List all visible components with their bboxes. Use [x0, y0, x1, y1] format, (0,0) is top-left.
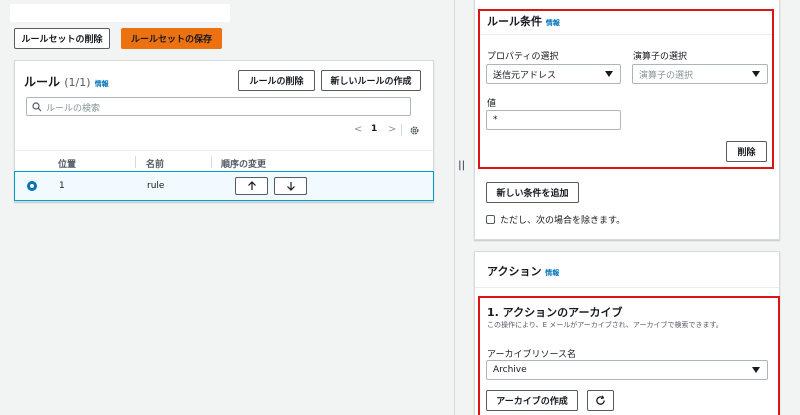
- gear-icon[interactable]: [409, 125, 420, 136]
- rules-count: (1/1): [64, 76, 91, 89]
- add-condition-button[interactable]: 新しい条件を追加: [486, 182, 579, 203]
- create-archive-button[interactable]: アーカイブの作成: [486, 390, 578, 411]
- row-name: rule: [147, 181, 165, 191]
- caret-down-icon: [752, 71, 760, 77]
- column-header-name: 名前: [146, 160, 165, 170]
- value-text: *: [493, 115, 498, 125]
- search-placeholder: ルールの検索: [46, 104, 101, 114]
- header-strip: [10, 4, 230, 22]
- archive-resource-select[interactable]: Archive: [486, 360, 768, 380]
- archive-action-description: この操作により、E メールがアーカイブされ、アーカイブで検索できます。: [487, 321, 723, 329]
- search-icon: [32, 102, 42, 112]
- except-row[interactable]: ただし、次の場合を除きます。: [486, 213, 625, 226]
- archive-resource-label: アーカイブリソース名: [487, 350, 577, 360]
- pagination-divider: [401, 124, 402, 136]
- table-row[interactable]: 1 rule: [14, 171, 434, 201]
- move-down-button[interactable]: [274, 177, 307, 195]
- value-label: 値: [487, 99, 497, 109]
- column-divider: [211, 156, 212, 168]
- value-input[interactable]: *: [486, 110, 621, 130]
- create-rule-button[interactable]: 新しいルールの作成: [321, 70, 421, 91]
- except-label: ただし、次の場合を除きます。: [500, 216, 626, 226]
- property-value: 送信元アドレス: [493, 70, 557, 81]
- property-select[interactable]: 送信元アドレス: [486, 64, 621, 84]
- chevron-right-icon[interactable]: >: [388, 124, 396, 135]
- split-pane-divider[interactable]: [454, 0, 455, 415]
- refresh-icon: [596, 395, 605, 405]
- caret-down-icon: [605, 71, 613, 77]
- table-header: 位置 名前 順序の変更: [15, 150, 433, 172]
- rules-title: ルール (1/1) 情報: [24, 75, 109, 89]
- rule-conditions-info-link[interactable]: 情報: [546, 19, 560, 27]
- actions-info-link[interactable]: 情報: [545, 269, 559, 277]
- rules-panel: ルール (1/1) 情報 ルールの削除 新しいルールの作成 ルールの検索 < 1…: [14, 60, 434, 202]
- search-input[interactable]: ルールの検索: [26, 97, 411, 116]
- remove-condition-button[interactable]: 削除: [726, 141, 767, 162]
- actions-title: アクション 情報: [487, 265, 560, 278]
- archive-resource-value: Archive: [493, 365, 527, 375]
- move-up-button[interactable]: [235, 177, 268, 195]
- arrow-down-icon: [286, 182, 295, 191]
- actions-header-divider: [475, 287, 779, 288]
- operator-label: 演算子の選択: [633, 52, 688, 62]
- chevron-left-icon[interactable]: <: [354, 124, 362, 135]
- column-header-reorder: 順序の変更: [221, 160, 267, 170]
- operator-placeholder: 演算子の選択: [639, 70, 694, 81]
- row-position: 1: [59, 181, 65, 191]
- save-ruleset-button[interactable]: ルールセットの保存: [121, 28, 222, 49]
- archive-action-title: 1. アクションのアーカイブ: [487, 306, 623, 319]
- except-checkbox[interactable]: [486, 215, 495, 224]
- rule-conditions-title: ルール条件 情報: [487, 15, 560, 28]
- delete-rule-button[interactable]: ルールの削除: [238, 70, 315, 91]
- refresh-button[interactable]: [587, 390, 614, 411]
- rule-conditions-header-divider: [480, 34, 772, 35]
- rules-info-link[interactable]: 情報: [95, 80, 109, 88]
- page-number[interactable]: 1: [371, 124, 377, 134]
- arrow-up-icon: [247, 181, 256, 190]
- column-divider: [135, 156, 136, 168]
- delete-ruleset-button[interactable]: ルールセットの削除: [14, 28, 110, 49]
- column-header-position: 位置: [58, 160, 77, 170]
- row-radio[interactable]: [27, 181, 37, 191]
- property-label: プロパティの選択: [487, 52, 559, 62]
- drag-handle-icon[interactable]: ||: [458, 160, 465, 171]
- caret-down-icon: [752, 367, 760, 373]
- operator-select[interactable]: 演算子の選択: [632, 64, 768, 84]
